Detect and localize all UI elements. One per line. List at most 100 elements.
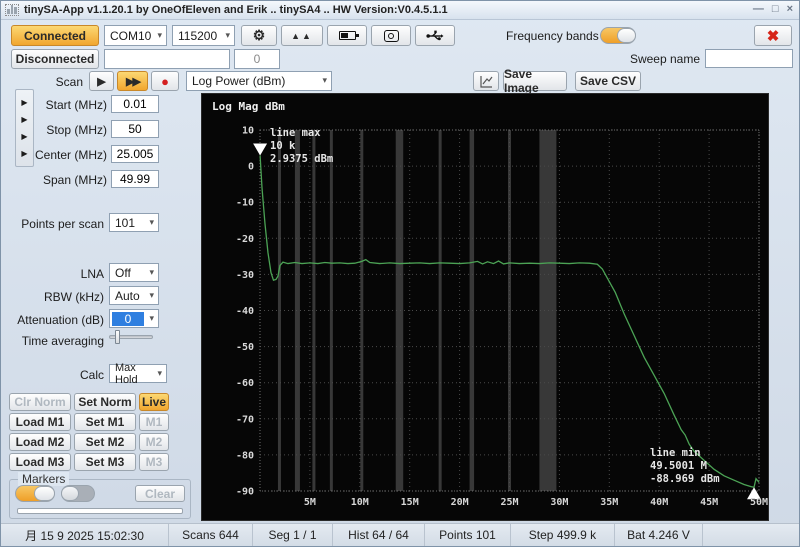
save-csv-button[interactable]: Save CSV	[575, 71, 641, 91]
load-m3-button[interactable]: Load M3	[9, 453, 71, 471]
scan-continuous-button[interactable]: ▶▶	[117, 71, 148, 91]
window-close-icon[interactable]: ×	[787, 3, 793, 15]
set-m1-button[interactable]: Set M1	[74, 413, 136, 431]
set-m3-button[interactable]: Set M3	[74, 453, 136, 471]
status-bar: 月 15 9 2025 15:02:30 Scans 644 Seg 1 / 1…	[1, 523, 799, 546]
close-icon: ✖	[766, 27, 780, 45]
baud-rate-select[interactable]: 115200 ▾	[172, 25, 235, 46]
screenshot-button[interactable]	[371, 25, 411, 46]
load-m1-button[interactable]: Load M1	[9, 413, 71, 431]
markers-label: Markers	[18, 472, 70, 486]
preset-arrow-4[interactable]: ▶	[21, 149, 27, 158]
display-mode-select[interactable]: Log Power (dBm) ▾	[186, 71, 332, 91]
set-norm-button[interactable]: Set Norm	[74, 393, 136, 411]
settings-button[interactable]: ⚙	[241, 25, 277, 46]
chevron-down-icon: ▾	[149, 216, 154, 227]
play-icon: ▶	[97, 75, 106, 88]
points-per-scan-select[interactable]: 101 ▾	[109, 213, 159, 232]
chevron-down-icon: ▾	[157, 29, 162, 40]
app-close-button[interactable]: ✖	[754, 25, 792, 46]
lna-value: Off	[115, 265, 131, 280]
frequency-band-overlay	[539, 130, 557, 491]
chart-title: Log Mag dBm	[212, 100, 285, 113]
slider-handle[interactable]	[115, 330, 120, 344]
usb-button[interactable]	[415, 25, 455, 46]
marker1-toggle[interactable]	[15, 485, 55, 502]
clr-norm-button[interactable]: Clr Norm	[9, 393, 71, 411]
connected-button[interactable]: Connected	[11, 25, 99, 46]
minimize-icon[interactable]: —	[753, 3, 764, 15]
popout-chart-button[interactable]	[473, 71, 499, 91]
status-segment: Seg 1 / 1	[253, 524, 333, 546]
m2-button[interactable]: M2	[139, 433, 169, 451]
x-tick-label: 5M	[304, 497, 316, 508]
rbw-value: Auto	[115, 288, 140, 303]
center-freq-field[interactable]	[111, 145, 159, 163]
frequency-band-overlay	[469, 130, 475, 491]
x-tick-label: 20M	[451, 497, 469, 508]
preset-arrow-2[interactable]: ▶	[21, 115, 27, 124]
y-tick-label: -90	[236, 487, 254, 498]
command-input[interactable]	[104, 49, 230, 69]
x-tick-label: 15M	[401, 497, 419, 508]
x-tick-label: 35M	[600, 497, 618, 508]
battery-icon	[338, 31, 359, 40]
status-scans: Scans 644	[169, 524, 253, 546]
preset-arrow-1[interactable]: ▶	[21, 98, 27, 107]
usb-icon	[426, 30, 444, 40]
calc-value: Max Hold	[115, 361, 138, 386]
save-image-button[interactable]: Save Image	[503, 67, 567, 95]
y-tick-label: -80	[236, 450, 254, 461]
chevron-down-icon: ▾	[149, 266, 154, 277]
preset-arrow-3[interactable]: ▶	[21, 132, 27, 141]
window-title: tinySA-App v1.1.20.1 by OneOfEleven and …	[24, 4, 448, 16]
attenuation-select[interactable]: 0 ▾	[109, 309, 159, 328]
spectrum-plot[interactable]: line max 10 k 2.9375 dBmline min 49.5001 M-…	[202, 94, 770, 522]
record-icon: ●	[161, 73, 169, 89]
app-window: tinySA-App v1.1.20.1 by OneOfEleven and …	[0, 0, 800, 547]
clear-markers-button[interactable]: Clear	[135, 485, 185, 502]
battery-button[interactable]	[327, 25, 367, 46]
maximize-icon[interactable]: □	[772, 3, 779, 15]
live-button[interactable]: Live	[139, 393, 169, 411]
y-tick-label: -40	[236, 306, 254, 317]
scan-once-button[interactable]: ▶	[89, 71, 114, 91]
start-freq-field[interactable]	[111, 95, 159, 113]
scan-label: Scan	[55, 75, 83, 89]
points-per-scan-label: Points per scan	[21, 217, 104, 231]
display-mode-value: Log Power (dBm)	[192, 74, 286, 88]
disconnected-button[interactable]: Disconnected	[11, 49, 99, 69]
lna-select[interactable]: Off ▾	[109, 263, 159, 282]
chevron-down-icon: ▾	[225, 29, 230, 40]
chart-export-icon	[479, 75, 492, 88]
marker-annotation: line max 10 k 2.9375 dBm	[270, 127, 333, 165]
y-tick-label: -30	[236, 270, 254, 281]
y-tick-label: -60	[236, 378, 254, 389]
firmware-upload-button[interactable]: ▶▶ ▲▲	[281, 25, 323, 46]
com-port-select[interactable]: COM10 ▾	[104, 25, 167, 46]
record-button[interactable]: ●	[151, 71, 179, 91]
time-averaging-slider[interactable]	[109, 330, 153, 344]
marker-position-bar[interactable]	[17, 508, 183, 514]
m3-button[interactable]: M3	[139, 453, 169, 471]
y-tick-label: -10	[236, 198, 254, 209]
sweep-name-input[interactable]	[705, 49, 793, 68]
calc-select[interactable]: Max Hold ▾	[109, 361, 167, 386]
set-m2-button[interactable]: Set M2	[74, 433, 136, 451]
status-filler	[703, 524, 799, 546]
span-freq-field[interactable]	[111, 170, 159, 188]
chevron-down-icon: ▾	[149, 312, 154, 323]
baud-value: 115200	[178, 28, 218, 43]
rbw-select[interactable]: Auto ▾	[109, 286, 159, 305]
marker2-toggle[interactable]	[61, 485, 95, 502]
frequency-bands-toggle[interactable]	[600, 27, 636, 44]
spectrum-chart[interactable]: line max 10 k 2.9375 dBm line min 49.5001 M-…	[201, 93, 769, 521]
y-tick-label: 10	[242, 126, 254, 137]
max-marker-icon[interactable]	[253, 143, 268, 156]
retry-count-field[interactable]	[234, 49, 280, 69]
load-m2-button[interactable]: Load M2	[9, 433, 71, 451]
m1-button[interactable]: M1	[139, 413, 169, 431]
stop-freq-field[interactable]	[111, 120, 159, 138]
title-bar[interactable]: tinySA-App v1.1.20.1 by OneOfEleven and …	[1, 1, 799, 20]
x-tick-label: 10M	[351, 497, 369, 508]
